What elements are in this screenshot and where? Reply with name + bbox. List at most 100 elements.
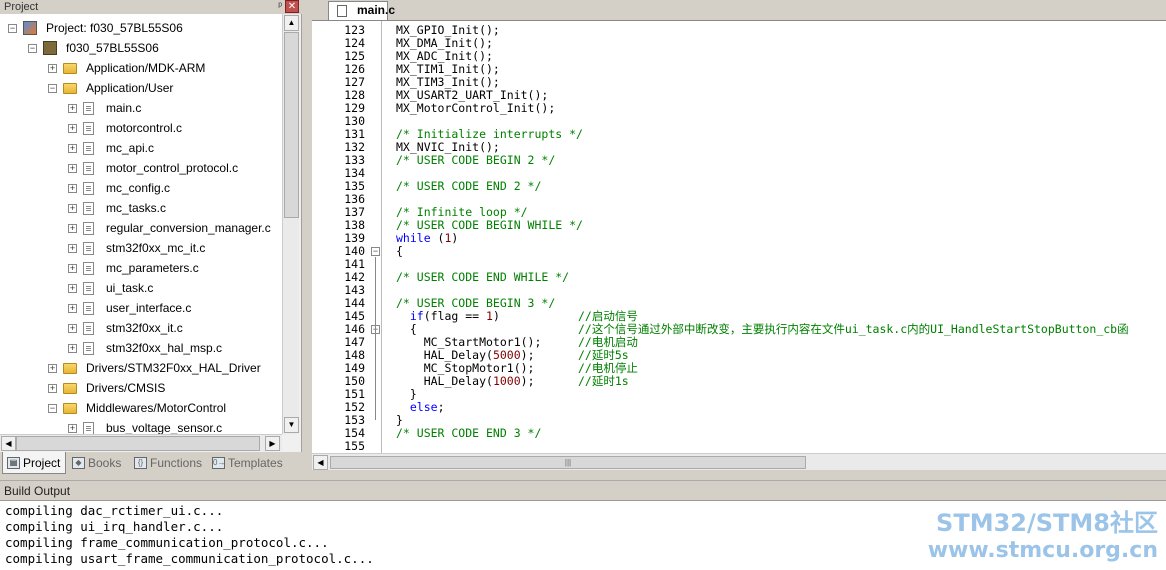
- tree-item-label: regular_conversion_manager.c: [106, 221, 271, 235]
- build-output-title: Build Output: [0, 480, 1166, 500]
- expand-icon[interactable]: +: [68, 224, 77, 233]
- tree-item-label: Application/MDK-ARM: [86, 61, 206, 75]
- tab-label: Project: [23, 456, 61, 470]
- expand-icon[interactable]: +: [68, 144, 77, 153]
- tree-file-item[interactable]: + stm32f0xx_mc_it.c: [0, 238, 282, 258]
- code-line[interactable]: /* USER CODE END WHILE */: [396, 271, 569, 284]
- fold-collapse-icon[interactable]: −: [371, 247, 380, 256]
- watermark-line1: STM32/STM8社区: [936, 509, 1158, 537]
- tree-file-item[interactable]: + ui_task.c: [0, 278, 282, 298]
- tree-file-item[interactable]: + regular_conversion_manager.c: [0, 218, 282, 238]
- tree-folder-item[interactable]: − Application/User: [0, 78, 282, 98]
- tree-folder-item[interactable]: + Drivers/STM32F0xx_HAL_Driver: [0, 358, 282, 378]
- scroll-left-arrow-icon[interactable]: ◀: [1, 436, 16, 451]
- tree-file-item[interactable]: + mc_api.c: [0, 138, 282, 158]
- tree-item-label: Project: f030_57BL55S06: [46, 21, 183, 35]
- project-panel-title: Project: [4, 1, 39, 13]
- tab-books[interactable]: ◆ Books: [68, 452, 128, 474]
- build-output-line: compiling usart_frame_communication_prot…: [5, 551, 374, 566]
- tree-file-item[interactable]: + user_interface.c: [0, 298, 282, 318]
- code-line[interactable]: /* USER CODE END 2 */: [396, 180, 541, 193]
- scroll-thumb[interactable]: [284, 32, 299, 218]
- tree-file-item[interactable]: + mc_tasks.c: [0, 198, 282, 218]
- target-icon: [43, 41, 57, 55]
- build-output-line: compiling dac_rctimer_ui.c...: [5, 503, 224, 518]
- tree-item-label: stm32f0xx_mc_it.c: [106, 241, 206, 255]
- scroll-thumb[interactable]: |||: [330, 456, 806, 469]
- c-file-icon: [83, 182, 94, 195]
- scroll-right-arrow-icon[interactable]: ▶: [265, 436, 280, 451]
- code-editor[interactable]: 123 MX_GPIO_Init(); 124 MX_DMA_Init(); 125 MX…: [312, 20, 1166, 453]
- tree-file-item[interactable]: + motorcontrol.c: [0, 118, 282, 138]
- tab-main-c[interactable]: main.c: [328, 1, 395, 20]
- folder-icon: [63, 363, 77, 374]
- code-comment: //这个信号通过外部中断改变，主要执行内容在文件ui_task.c内的UI_Ha…: [578, 322, 1129, 336]
- tree-project-item[interactable]: − Project: f030_57BL55S06: [0, 18, 282, 38]
- c-file-icon: [337, 5, 347, 17]
- tree-file-item[interactable]: + stm32f0xx_hal_msp.c: [0, 338, 282, 358]
- c-file-icon: [83, 262, 94, 275]
- tree-folder-item[interactable]: + Application/MDK-ARM: [0, 58, 282, 78]
- expand-icon[interactable]: +: [48, 64, 57, 73]
- tree-folder-item[interactable]: − Middlewares/MotorControl: [0, 398, 282, 418]
- expand-icon[interactable]: +: [68, 244, 77, 253]
- c-file-icon: [83, 162, 94, 175]
- expand-icon[interactable]: +: [68, 104, 77, 113]
- pin-icon[interactable]: ᵖ: [278, 0, 282, 14]
- tree-target-item[interactable]: − f030_57BL55S06: [0, 38, 282, 58]
- expand-icon[interactable]: +: [68, 304, 77, 313]
- expand-icon[interactable]: +: [48, 364, 57, 373]
- tree-folder-item[interactable]: + Drivers/CMSIS: [0, 378, 282, 398]
- expand-icon[interactable]: +: [48, 384, 57, 393]
- tree-item-label: ui_task.c: [106, 281, 154, 295]
- code-line[interactable]: {: [396, 245, 403, 258]
- close-icon[interactable]: ✕: [285, 0, 299, 13]
- tree-item-label: mc_api.c: [106, 141, 155, 155]
- tree-file-item[interactable]: + bus_voltage_sensor.c: [0, 418, 282, 434]
- tree-item-label: stm32f0xx_it.c: [106, 321, 183, 335]
- scroll-down-arrow-icon[interactable]: ▼: [284, 417, 299, 433]
- expand-icon[interactable]: +: [68, 124, 77, 133]
- collapse-icon[interactable]: −: [28, 44, 37, 53]
- tree-file-item[interactable]: + mc_config.c: [0, 178, 282, 198]
- expand-icon[interactable]: +: [68, 184, 77, 193]
- tree-item-label: stm32f0xx_hal_msp.c: [106, 341, 223, 355]
- tree-file-item[interactable]: + mc_parameters.c: [0, 258, 282, 278]
- tree-file-item[interactable]: + main.c: [0, 98, 282, 118]
- tree-file-item[interactable]: + motor_control_protocol.c: [0, 158, 282, 178]
- expand-icon[interactable]: +: [68, 164, 77, 173]
- scroll-thumb[interactable]: [16, 436, 260, 451]
- c-file-icon: [83, 122, 94, 135]
- tab-templates[interactable]: 0→ Templates: [208, 452, 294, 474]
- code-line[interactable]: /* USER CODE END 3 */: [396, 427, 541, 440]
- collapse-icon[interactable]: −: [48, 404, 57, 413]
- collapse-icon[interactable]: −: [48, 84, 57, 93]
- tree-item-label: mc_config.c: [106, 181, 171, 195]
- project-tree-vertical-scrollbar[interactable]: ▲ ▼: [282, 14, 299, 434]
- expand-icon[interactable]: +: [68, 344, 77, 353]
- c-file-icon: [83, 282, 94, 295]
- scroll-up-arrow-icon[interactable]: ▲: [284, 15, 299, 31]
- templates-icon: 0→: [212, 457, 226, 469]
- tree-item-label: Drivers/STM32F0xx_HAL_Driver: [86, 361, 261, 375]
- tree-file-item[interactable]: + stm32f0xx_it.c: [0, 318, 282, 338]
- folder-icon: [63, 383, 77, 394]
- code-line[interactable]: else;: [396, 401, 445, 414]
- editor-horizontal-scrollbar[interactable]: ◀ |||: [312, 453, 1166, 470]
- scroll-left-arrow-icon[interactable]: ◀: [313, 455, 328, 470]
- c-file-icon: [83, 222, 94, 235]
- code-line[interactable]: /* USER CODE BEGIN 2 */: [396, 154, 555, 167]
- expand-icon[interactable]: +: [68, 264, 77, 273]
- code-line[interactable]: while (1): [396, 232, 458, 245]
- tab-label: Templates: [228, 456, 283, 470]
- tab-functions[interactable]: {} Functions: [130, 452, 206, 474]
- project-tree-horizontal-scrollbar[interactable]: ◀ ▶: [0, 434, 282, 451]
- expand-icon[interactable]: +: [68, 284, 77, 293]
- expand-icon[interactable]: +: [68, 204, 77, 213]
- expand-icon[interactable]: +: [68, 324, 77, 333]
- collapse-icon[interactable]: −: [8, 24, 17, 33]
- code-line[interactable]: MX_MotorControl_Init();: [396, 102, 555, 115]
- tab-project[interactable]: ▤ Project: [2, 452, 66, 474]
- expand-icon[interactable]: +: [68, 424, 77, 433]
- tree-item-label: mc_tasks.c: [106, 201, 167, 215]
